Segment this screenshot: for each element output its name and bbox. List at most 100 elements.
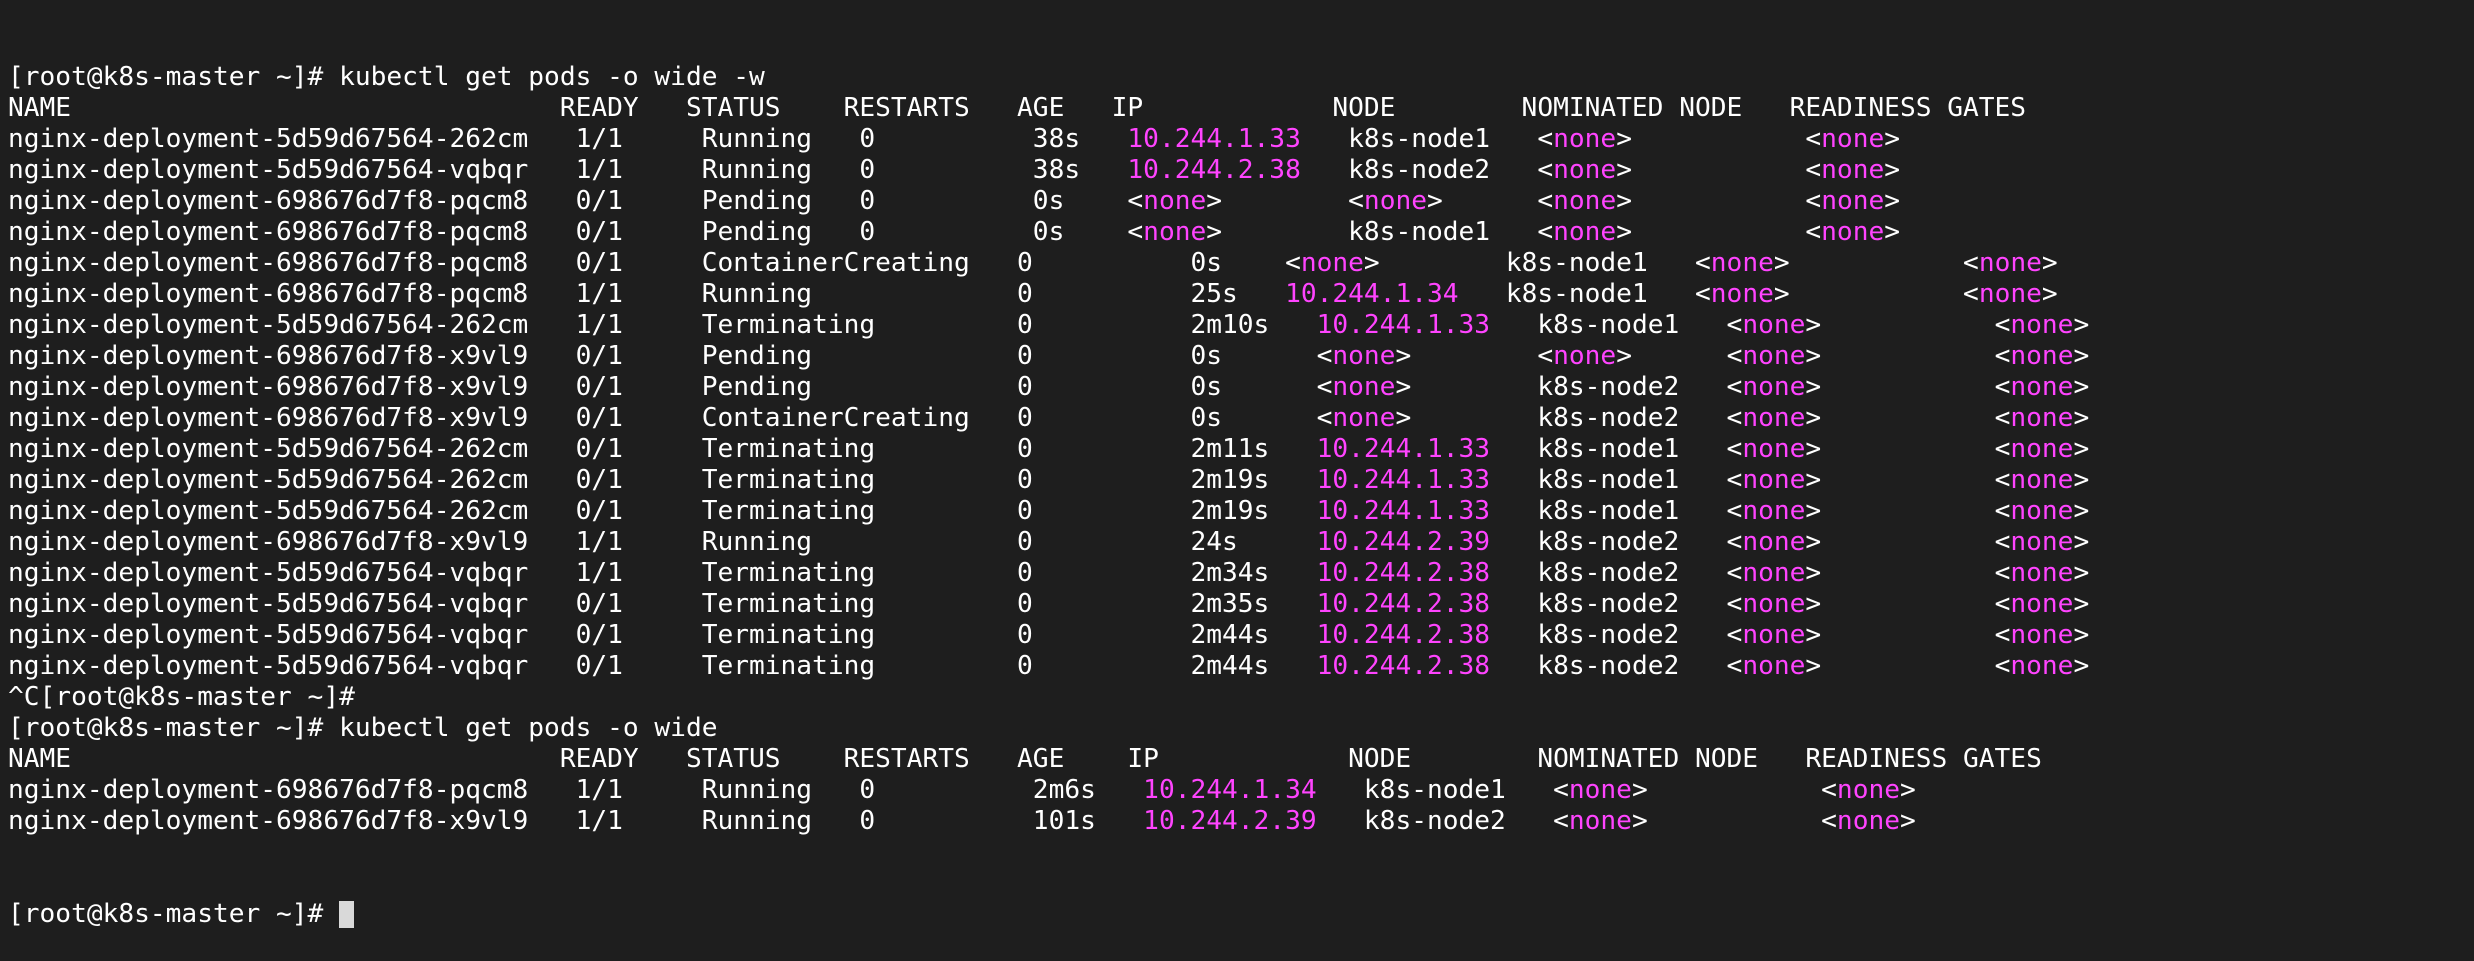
terminal-text: k8s-node1 < (1490, 465, 1743, 495)
highlighted-text: none (1143, 186, 1207, 216)
terminal-text: > (1884, 217, 1901, 247)
highlighted-text: none (1332, 341, 1396, 371)
terminal-window[interactable]: [root@k8s-master ~]# kubectl get pods -o… (0, 0, 2474, 929)
terminal-line: nginx-deployment-5d59d67564-262cm 0/1 Te… (8, 496, 2474, 527)
highlighted-text: none (2010, 403, 2074, 433)
terminal-text: k8s-node1 < (1458, 279, 1711, 309)
terminal-line: nginx-deployment-5d59d67564-262cm 1/1 Ru… (8, 124, 2474, 155)
terminal-line: nginx-deployment-698676d7f8-pqcm8 0/1 Pe… (8, 217, 2474, 248)
terminal-line: ^C[root@k8s-master ~]# (8, 682, 2474, 713)
terminal-line: nginx-deployment-5d59d67564-vqbqr 1/1 Te… (8, 558, 2474, 589)
terminal-text: k8s-node1 < (1300, 124, 1554, 154)
terminal-text: > < (1773, 279, 1979, 309)
terminal-text: ^C[root@k8s-master ~]# (8, 682, 355, 712)
highlighted-text: none (1553, 124, 1617, 154)
terminal-text: k8s-node1 < (1316, 775, 1569, 805)
terminal-text: nginx-deployment-5d59d67564-262cm 1/1 Ru… (8, 124, 1128, 154)
highlighted-text: 10.244.2.38 (1316, 589, 1491, 619)
terminal-text: nginx-deployment-5d59d67564-262cm 0/1 Te… (8, 434, 1317, 464)
highlighted-text: 10.244.1.33 (1316, 434, 1491, 464)
highlighted-text: none (1978, 279, 2042, 309)
terminal-text: nginx-deployment-5d59d67564-vqbqr 0/1 Te… (8, 651, 1317, 681)
terminal-text: > (2073, 434, 2090, 464)
highlighted-text: none (2010, 310, 2074, 340)
terminal-line: nginx-deployment-698676d7f8-pqcm8 0/1 Co… (8, 248, 2474, 279)
terminal-line: [root@k8s-master ~]# kubectl get pods -o… (8, 62, 2474, 93)
terminal-text: > (2073, 496, 2090, 526)
terminal-text: > < (1631, 775, 1837, 805)
terminal-line: nginx-deployment-5d59d67564-262cm 1/1 Te… (8, 310, 2474, 341)
highlighted-text: none (1742, 651, 1806, 681)
text-cursor (339, 901, 355, 928)
terminal-line: nginx-deployment-698676d7f8-pqcm8 0/1 Pe… (8, 186, 2474, 217)
highlighted-text: 10.244.1.33 (1316, 496, 1491, 526)
terminal-text: nginx-deployment-5d59d67564-262cm 0/1 Te… (8, 496, 1317, 526)
terminal-line: nginx-deployment-5d59d67564-vqbqr 0/1 Te… (8, 620, 2474, 651)
terminal-line: nginx-deployment-5d59d67564-262cm 0/1 Te… (8, 434, 2474, 465)
highlighted-text: 10.244.2.38 (1316, 620, 1491, 650)
highlighted-text: 10.244.2.39 (1143, 806, 1317, 836)
highlighted-text: none (2010, 527, 2074, 557)
highlighted-text: none (1332, 372, 1396, 402)
terminal-text: > (1884, 186, 1901, 216)
highlighted-text: none (1821, 217, 1885, 247)
highlighted-text: none (1978, 248, 2042, 278)
terminal-text: > (2073, 558, 2090, 588)
highlighted-text: none (1143, 217, 1207, 247)
terminal-line: nginx-deployment-698676d7f8-pqcm8 1/1 Ru… (8, 775, 2474, 806)
terminal-text: > < (1805, 310, 2011, 340)
highlighted-text: none (1742, 620, 1806, 650)
terminal-text: > (2073, 310, 2090, 340)
terminal-text: > k8s-node1 < (1363, 248, 1711, 278)
terminal-text: nginx-deployment-698676d7f8-pqcm8 1/1 Ru… (8, 775, 1144, 805)
terminal-text: nginx-deployment-5d59d67564-vqbqr 0/1 Te… (8, 620, 1317, 650)
highlighted-text: none (1332, 403, 1396, 433)
terminal-text: nginx-deployment-698676d7f8-pqcm8 0/1 Pe… (8, 217, 1144, 247)
highlighted-text: none (1568, 775, 1632, 805)
highlighted-text: none (1821, 155, 1885, 185)
highlighted-text: 10.244.1.33 (1316, 310, 1491, 340)
terminal-text: > < (1805, 527, 2011, 557)
terminal-text: > (2041, 248, 2058, 278)
terminal-line: nginx-deployment-698676d7f8-x9vl9 1/1 Ru… (8, 527, 2474, 558)
highlighted-text: none (1710, 279, 1774, 309)
terminal-text: > < (1616, 217, 1822, 247)
terminal-text: > < (1805, 465, 2011, 495)
terminal-text: k8s-node2 < (1316, 806, 1569, 836)
terminal-text: > (2073, 651, 2090, 681)
terminal-text: k8s-node2 < (1490, 558, 1743, 588)
terminal-text: nginx-deployment-5d59d67564-vqbqr 1/1 Ru… (8, 155, 1128, 185)
highlighted-text: none (1300, 248, 1364, 278)
terminal-line: nginx-deployment-698676d7f8-x9vl9 0/1 Co… (8, 403, 2474, 434)
terminal-text: k8s-node1 < (1490, 310, 1743, 340)
terminal-text: > k8s-node2 < (1395, 403, 1743, 433)
highlighted-text: none (2010, 589, 2074, 619)
terminal-text: nginx-deployment-5d59d67564-262cm 1/1 Te… (8, 310, 1317, 340)
terminal-text: k8s-node2 < (1490, 589, 1743, 619)
highlighted-text: none (1821, 124, 1885, 154)
terminal-text: > (2073, 372, 2090, 402)
highlighted-text: none (1568, 806, 1632, 836)
terminal-prompt-line[interactable]: [root@k8s-master ~]# (8, 899, 2474, 930)
terminal-text: > < (1805, 620, 2011, 650)
terminal-text: k8s-node2 < (1300, 155, 1554, 185)
terminal-text: nginx-deployment-698676d7f8-pqcm8 0/1 Pe… (8, 186, 1144, 216)
highlighted-text: none (1710, 248, 1774, 278)
terminal-text: k8s-node1 < (1490, 496, 1743, 526)
terminal-text: nginx-deployment-5d59d67564-vqbqr 1/1 Te… (8, 558, 1317, 588)
highlighted-text: none (1742, 558, 1806, 588)
highlighted-text: 10.244.1.34 (1143, 775, 1317, 805)
highlighted-text: none (1553, 186, 1617, 216)
terminal-text: nginx-deployment-5d59d67564-vqbqr 0/1 Te… (8, 589, 1317, 619)
terminal-text: > (2073, 465, 2090, 495)
terminal-text: > < (1773, 248, 1979, 278)
terminal-text: > < (1805, 651, 2011, 681)
prompt-text: [root@k8s-master ~]# (8, 899, 340, 929)
terminal-output: [root@k8s-master ~]# kubectl get pods -o… (8, 62, 2474, 837)
terminal-text: nginx-deployment-698676d7f8-x9vl9 1/1 Ru… (8, 806, 1144, 836)
terminal-text: k8s-node2 < (1490, 651, 1743, 681)
terminal-text: k8s-node2 < (1490, 527, 1743, 557)
terminal-line: [root@k8s-master ~]# kubectl get pods -o… (8, 713, 2474, 744)
terminal-line: nginx-deployment-698676d7f8-pqcm8 1/1 Ru… (8, 279, 2474, 310)
terminal-text: > < (1805, 589, 2011, 619)
